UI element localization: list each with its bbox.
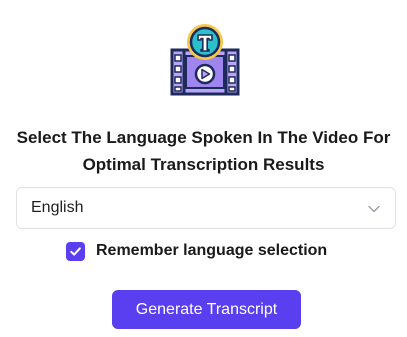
film-transcript-icon (170, 24, 240, 96)
heading-line-2: Optimal Transcription Results (82, 155, 325, 174)
remember-language-checkbox[interactable] (66, 241, 85, 261)
checkmark-icon (70, 246, 81, 256)
language-select-value: English (31, 199, 84, 216)
chevron-down-icon (368, 205, 380, 213)
dialog-heading: Select The Language Spoken In The Video … (10, 124, 397, 178)
language-select[interactable]: English (16, 187, 396, 229)
heading-line-1: Select The Language Spoken In The Video … (16, 128, 391, 147)
remember-language-label: Remember language selection (96, 242, 328, 259)
generate-transcript-button[interactable]: Generate Transcript (112, 290, 301, 329)
language-dialog: Select The Language Spoken In The Video … (0, 0, 407, 337)
remember-language-option[interactable]: Remember language selection (66, 240, 327, 262)
